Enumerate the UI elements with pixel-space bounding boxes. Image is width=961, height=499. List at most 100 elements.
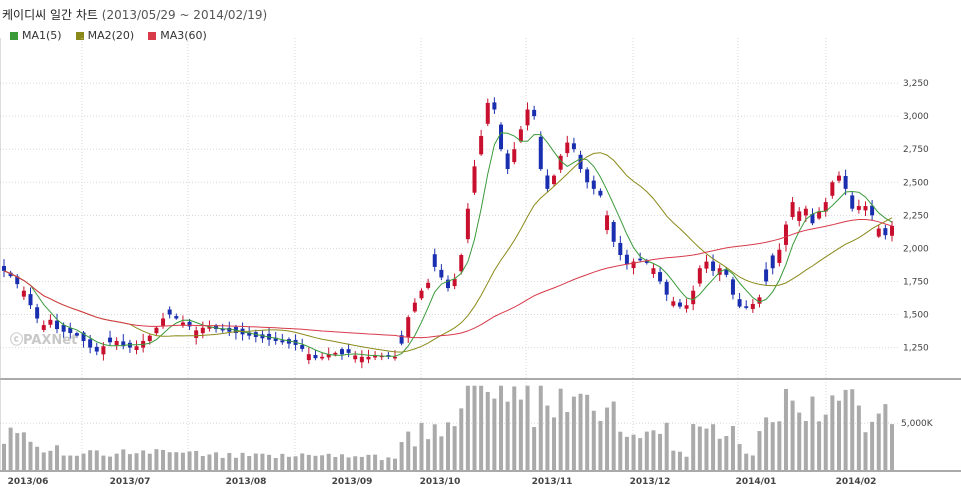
price-axis-ticks: 1,250 1,500 1,750 2,000 2,250 2,500 2,750 3,000… xyxy=(903,79,929,354)
candle-body xyxy=(843,175,848,189)
volume-bar xyxy=(293,456,298,470)
candle-body xyxy=(565,142,570,154)
volume-bar xyxy=(611,401,616,470)
volume-bar xyxy=(233,457,238,470)
volume-bar xyxy=(273,457,278,470)
volume-bar xyxy=(15,433,20,470)
volume-bar xyxy=(200,456,205,470)
volume-bar xyxy=(8,427,13,470)
volume-bar xyxy=(750,455,755,470)
volume-bar xyxy=(300,453,305,470)
volume-bar xyxy=(267,454,272,470)
candle-body xyxy=(638,258,643,261)
volume-bar xyxy=(147,453,152,470)
candle-body xyxy=(167,309,172,315)
volume-bar xyxy=(691,424,696,470)
volume-bar xyxy=(790,400,795,470)
volume-bar xyxy=(472,385,477,470)
volume-bar xyxy=(512,386,517,470)
volume-bar xyxy=(313,455,318,470)
candle-body xyxy=(21,290,26,297)
candle-body xyxy=(797,211,802,221)
stock-chart: 1,250 1,500 1,750 2,000 2,250 2,500 2,750 3,000… xyxy=(0,38,961,487)
volume-bars xyxy=(2,385,894,470)
volume-bar xyxy=(260,453,265,470)
candle-body xyxy=(611,222,616,242)
volume-bar xyxy=(638,438,643,470)
volume-bar xyxy=(134,453,139,470)
volume-bar xyxy=(174,452,179,470)
candle-body xyxy=(147,335,152,342)
price-tick-label: 1,750 xyxy=(903,277,929,287)
volume-bar xyxy=(764,417,769,470)
price-tick-label: 2,250 xyxy=(903,211,929,221)
volume-bar xyxy=(55,445,60,470)
price-tick-label: 2,750 xyxy=(903,145,929,155)
candle-body xyxy=(101,346,106,355)
volume-bar xyxy=(392,458,397,470)
volume-bar xyxy=(74,455,79,470)
candle-body xyxy=(200,327,205,334)
volume-bar xyxy=(180,452,185,470)
candle-body xyxy=(552,175,557,185)
candle-body xyxy=(280,340,285,343)
candle-body xyxy=(505,153,510,170)
candle-body xyxy=(545,175,550,189)
volume-bar xyxy=(737,444,742,470)
candle-body xyxy=(890,225,894,236)
volume-bar xyxy=(552,417,557,470)
volume-bar xyxy=(684,456,689,470)
volume-bar xyxy=(505,401,510,470)
volume-bar xyxy=(227,453,232,470)
volume-bar xyxy=(843,389,848,470)
volume-bar xyxy=(187,451,192,470)
date-axis-ticks: 2013/06 2013/07 2013/08 2013/09 2013/10 2013/… xyxy=(8,477,877,487)
candle-body xyxy=(346,349,351,353)
volume-bar xyxy=(28,441,33,470)
candle-body xyxy=(790,202,795,218)
candle-body xyxy=(532,109,537,117)
volume-bar xyxy=(359,456,364,470)
volume-bar xyxy=(459,408,464,470)
price-tick-label: 2,000 xyxy=(903,244,929,254)
volume-bar xyxy=(379,460,384,470)
volume-bar xyxy=(711,424,716,470)
volume-bar xyxy=(280,453,285,470)
volume-bar xyxy=(320,455,325,470)
volume-bar xyxy=(346,457,351,470)
candle-body xyxy=(598,190,603,196)
candle-body xyxy=(333,352,338,355)
volume-bar xyxy=(114,453,119,470)
candle-body xyxy=(850,195,855,209)
volume-bar xyxy=(81,453,86,470)
candle-body xyxy=(114,340,119,346)
volume-bar xyxy=(499,385,504,470)
candle-body xyxy=(419,290,424,299)
volume-bar xyxy=(41,452,46,470)
candle-body xyxy=(339,349,344,355)
volume-bar xyxy=(591,410,596,470)
volume-bar xyxy=(247,456,252,470)
volume-bar xyxy=(810,396,815,470)
candle-body xyxy=(651,268,656,274)
candle-body xyxy=(306,354,311,361)
volume-tick-label: 5,000K xyxy=(901,419,934,429)
candle-body xyxy=(883,228,888,236)
volume-bar xyxy=(214,452,219,470)
volume-bar xyxy=(108,456,113,470)
volume-bar xyxy=(598,420,603,470)
volume-bar xyxy=(61,455,66,470)
candle-body xyxy=(783,224,788,245)
candle-body xyxy=(439,269,444,278)
volume-bar xyxy=(850,389,855,470)
candle-body xyxy=(704,261,709,269)
candle-body xyxy=(154,327,159,334)
watermark-text: ⓒPAXNet xyxy=(10,332,77,348)
volume-bar xyxy=(386,457,391,470)
candle-body xyxy=(426,282,431,288)
volume-bar xyxy=(870,421,875,470)
volume-bar xyxy=(432,424,437,470)
volume-bar xyxy=(565,412,570,470)
candle-body xyxy=(836,175,841,181)
volume-bar xyxy=(618,431,623,470)
